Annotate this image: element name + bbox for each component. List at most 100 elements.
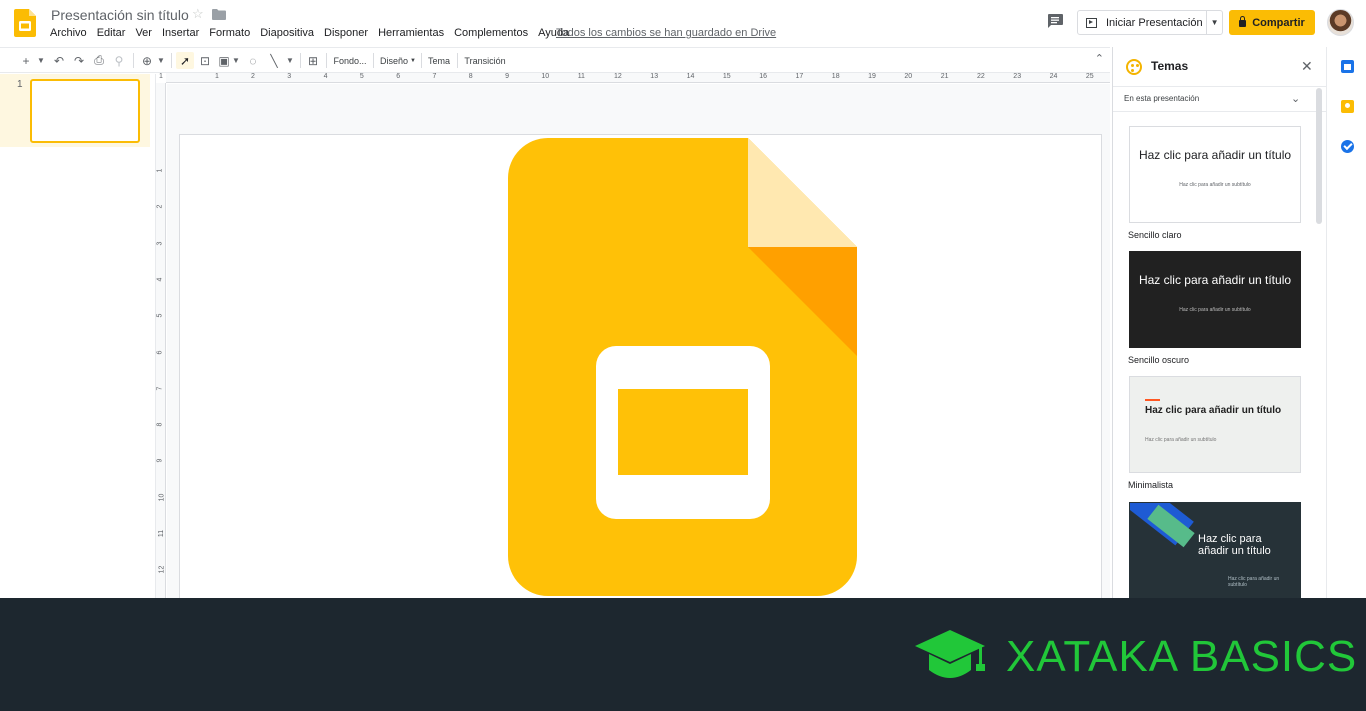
toolbar: + ▼ ↶ ↷ ⎙ ⚲ ⊕ ▼ ➚ ⊡ ▣ ▼ ◌ ╲ ▼ ⊞ Fondo...… [0,47,1110,73]
transition-button[interactable]: Transición [462,52,508,69]
ruler-label: 19 [868,73,876,80]
ruler-label: 10 [158,493,166,502]
theme-button[interactable]: Tema [425,52,453,69]
shape-icon[interactable]: ◌ [245,52,261,69]
collapse-toolbar-icon[interactable]: ⌃ [1095,52,1104,65]
menu-herramientas[interactable]: Herramientas [378,27,444,41]
present-options-caret-icon[interactable]: ▼ [1207,18,1222,27]
menu-complementos[interactable]: Complementos [454,27,528,41]
calendar-icon[interactable] [1341,60,1354,73]
menu-insertar[interactable]: Insertar [162,27,199,41]
text-box-icon[interactable]: ⊡ [197,52,213,69]
new-slide-icon[interactable]: + [18,52,34,69]
theme-card-minimalista[interactable]: Haz clic para añadir un título Haz clic … [1129,376,1301,473]
theme-preview-title: Haz clic para añadir un título [1198,533,1271,557]
side-panel-rail [1326,47,1366,598]
theme-accent-bar [1145,399,1160,401]
theme-label: Tema [427,55,450,66]
redo-icon[interactable]: ↷ [71,52,87,69]
graduation-cap-icon [915,630,985,678]
ruler-label: 9 [156,458,164,463]
ruler-label: 13 [650,73,659,80]
keep-icon[interactable] [1341,100,1354,113]
print-icon[interactable]: ⎙ [91,52,107,69]
line-icon[interactable]: ╲ [266,52,282,69]
paint-format-icon[interactable]: ⚲ [111,52,127,69]
vertical-ruler: 1 2 3 4 5 6 7 8 9 10 11 12 [156,83,166,598]
ruler-label: 23 [1013,73,1022,80]
ruler-label: 3 [287,73,292,80]
present-main-button[interactable]: Iniciar Presentación [1078,11,1208,34]
lock-icon [1239,16,1247,27]
app-header: Presentación sin título ☆ Archivo Editar… [0,0,1366,45]
menu-ver[interactable]: Ver [135,27,152,41]
save-status-link[interactable]: Todos los cambios se han guardado en Dri… [556,27,776,39]
present-icon [1086,17,1097,28]
theme-name: Minimalista [1128,480,1174,490]
menu-disponer[interactable]: Disponer [324,27,368,41]
line-caret-icon[interactable]: ▼ [284,52,296,69]
theme-card-sencillo-oscuro[interactable]: Haz clic para añadir un título Haz clic … [1129,251,1301,348]
menu-bar: Archivo Editar Ver Insertar Formato Diap… [50,27,579,41]
folder-icon[interactable] [212,9,226,20]
menu-archivo[interactable]: Archivo [50,27,87,41]
zoom-caret-icon[interactable]: ▼ [155,52,167,69]
image-icon[interactable]: ▣ [216,52,232,69]
ruler-label: 1 [156,168,164,173]
ruler-label: 11 [577,73,585,80]
comments-icon[interactable] [1047,14,1063,28]
menu-diapositiva[interactable]: Diapositiva [260,27,314,41]
themes-filter-dropdown[interactable]: En esta presentación ⌄ [1113,87,1327,112]
theme-card-4[interactable]: Haz clic para añadir un título Haz clic … [1129,502,1301,598]
slide-thumbnail[interactable] [30,79,140,143]
layout-button[interactable]: Diseño ▼ [378,52,418,69]
google-slides-large-logo[interactable] [508,138,858,596]
menu-editar[interactable]: Editar [97,27,126,41]
palette-icon [1126,59,1142,75]
new-slide-caret-icon[interactable]: ▼ [35,52,47,69]
ruler-label: 24 [1049,73,1058,80]
menu-formato[interactable]: Formato [209,27,250,41]
themes-title: Temas [1151,59,1189,73]
ruler-label: 6 [396,73,401,80]
close-icon[interactable]: ✕ [1301,58,1313,75]
ruler-label: 21 [940,73,949,80]
themes-header: Temas ✕ [1113,47,1327,87]
ruler-label: 9 [505,73,509,80]
present-label: Iniciar Presentación [1106,16,1203,29]
google-slides-logo-icon[interactable] [14,9,36,37]
ruler-label: 15 [722,73,731,80]
theme-preview-title: Haz clic para añadir un título [1138,273,1292,287]
ruler-label: 12 [158,565,166,574]
chevron-down-icon: ⌄ [1291,93,1301,105]
tasks-icon[interactable] [1341,140,1354,153]
select-cursor-icon[interactable]: ➚ [176,52,194,69]
add-comment-icon[interactable]: ⊞ [305,52,321,69]
ruler-label: 18 [831,73,840,80]
image-caret-icon[interactable]: ▼ [231,52,241,69]
share-button[interactable]: Compartir [1229,10,1315,35]
theme-preview-subtitle: Haz clic para añadir un subtítulo [1145,437,1217,443]
theme-preview-title: Haz clic para añadir un título [1138,148,1292,162]
toolbar-separator [457,53,458,68]
ruler-label: 25 [1085,73,1094,80]
theme-card-sencillo-claro[interactable]: Haz clic para añadir un título Haz clic … [1129,126,1301,223]
present-button[interactable]: Iniciar Presentación ▼ [1077,10,1223,35]
ruler-label: 8 [468,73,473,80]
background-label: Fondo... [333,55,367,66]
document-title[interactable]: Presentación sin título [51,7,189,23]
ruler-label: 8 [156,422,164,427]
watermark-banner: XATAKA BASICS [0,598,1366,711]
themes-scrollbar[interactable] [1316,88,1322,224]
ruler-label: 2 [251,73,255,80]
ruler-label: 3 [156,241,164,246]
toolbar-separator [300,53,301,68]
account-avatar[interactable] [1327,9,1354,36]
star-icon[interactable]: ☆ [192,6,204,22]
background-button[interactable]: Fondo... [331,52,369,69]
theme-preview-subtitle: Haz clic para añadir un subtítulo [1179,182,1251,188]
zoom-icon[interactable]: ⊕ [139,52,155,69]
ruler-label: 4 [323,73,328,80]
undo-icon[interactable]: ↶ [51,52,67,69]
share-label: Compartir [1252,16,1305,29]
